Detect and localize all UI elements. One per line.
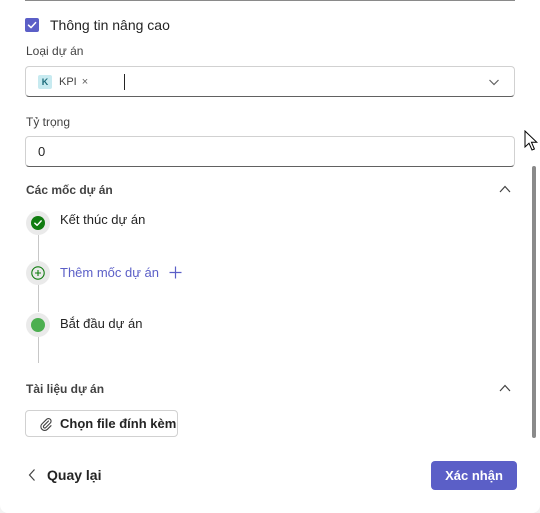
filled-circle-icon [31,318,45,332]
choose-attachment-button[interactable]: Chọn file đính kèm [25,410,178,437]
advanced-info-checkbox[interactable] [25,18,39,32]
add-milestone-link[interactable]: Thêm mốc dự án [60,265,182,280]
tag-remove-icon[interactable]: × [82,76,88,88]
kpi-tag: K KPI × [38,73,88,90]
project-type-label: Loại dự án [26,44,84,58]
milestone-start-marker [26,313,50,337]
chevron-up-icon[interactable] [499,383,511,393]
advanced-info-label: Thông tin nâng cao [50,17,170,33]
scrollbar-thumb[interactable] [532,166,536,438]
weight-input[interactable]: 0 [25,136,515,167]
advanced-info-checkbox-row[interactable]: Thông tin nâng cao [25,17,170,33]
chevron-down-icon[interactable] [488,76,500,88]
project-form-panel: Thông tin nâng cao Loại dự án K KPI × Tỷ… [0,0,540,513]
paperclip-icon [40,417,52,431]
choose-attachment-label: Chọn file đính kèm [60,416,177,431]
chevron-up-icon[interactable] [499,184,511,194]
timeline-connector [38,337,39,363]
kpi-tag-label: KPI [59,75,77,88]
timeline-connector [38,284,39,312]
confirm-button[interactable]: Xác nhận [431,461,517,490]
milestone-end-marker [26,211,50,235]
checkmark-icon [27,21,37,29]
milestone-add-marker[interactable] [26,261,50,285]
add-milestone-label[interactable]: Thêm mốc dự án [60,265,159,280]
milestone-start-label: Bắt đầu dự án [60,316,143,331]
kpi-tag-avatar: K [38,74,52,89]
timeline-connector [38,235,39,262]
attachments-section-title: Tài liệu dự án [26,382,105,396]
weight-label: Tỷ trọng [26,115,71,129]
milestones-section-title: Các mốc dự án [26,183,113,197]
mouse-pointer-icon [524,130,538,151]
back-label: Quay lại [47,467,102,483]
check-circle-icon [31,216,45,230]
project-type-combobox[interactable]: K KPI × [25,66,515,97]
add-circle-icon[interactable] [31,266,45,280]
divider [25,0,515,1]
back-button[interactable]: Quay lại [27,467,101,483]
plus-icon[interactable] [169,266,182,279]
text-caret [124,74,125,90]
chevron-left-icon [28,469,35,481]
weight-value: 0 [38,144,46,159]
milestone-end-label: Kết thúc dự án [60,212,146,227]
